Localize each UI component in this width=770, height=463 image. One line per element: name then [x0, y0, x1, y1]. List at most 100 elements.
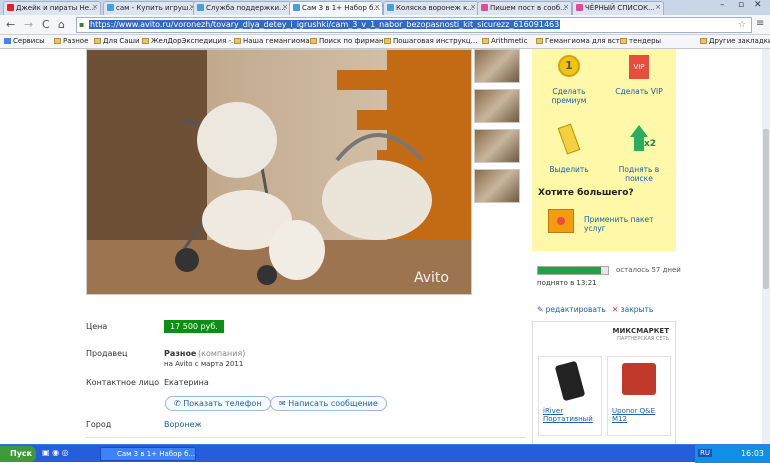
show-phone-button[interactable]: ✆ Показать телефон	[165, 396, 271, 411]
close-tab-icon[interactable]: ×	[655, 3, 661, 11]
tab-title: Джейк и пираты Не...	[16, 4, 96, 12]
contact-label: Контактное лицо	[86, 378, 160, 387]
photo-thumbnails	[474, 49, 524, 209]
folder-icon	[94, 38, 101, 44]
system-tray: RU 16:03	[695, 445, 770, 463]
mixmarket-widget: МИКСМАРКЕТ ПАРТНЕРСКАЯ СЕТЬ iRiver Порта…	[532, 321, 676, 444]
contact-name: Екатерина	[164, 378, 209, 387]
language-indicator[interactable]: RU	[698, 449, 712, 457]
mixmarket-title: МИКСМАРКЕТ	[612, 327, 669, 335]
thumbnail[interactable]	[474, 89, 520, 123]
close-window-icon[interactable]: ✕	[754, 0, 762, 10]
favicon-icon	[387, 4, 394, 11]
city-link[interactable]: Воронеж	[164, 420, 202, 429]
bookmark-item[interactable]: Гемангиома для вст...	[536, 37, 627, 45]
bookmark-label: Разное	[63, 37, 89, 45]
bookmark-label: Наша гемангиома	[243, 37, 310, 45]
maximize-icon[interactable]: ▫	[738, 0, 744, 10]
bookmark-item[interactable]: Разное	[54, 37, 88, 45]
promo-panel: 1 Сделать премиум VIP Сделать VIP Выдели…	[532, 49, 676, 251]
bookmark-item[interactable]: Другие закладки	[700, 37, 770, 45]
bookmark-item[interactable]: Сервисы	[4, 37, 45, 45]
mail-icon: ✉	[279, 399, 289, 408]
thumbnail[interactable]	[474, 169, 520, 203]
listing-photo[interactable]: Avito	[86, 49, 472, 295]
price-value: 17 500 руб.	[164, 320, 224, 333]
bookmark-item[interactable]: ЖелДорЭкспедиция -...	[142, 37, 238, 45]
gift-box-icon	[548, 209, 574, 233]
mixmarket-subtitle: ПАРТНЕРСКАЯ СЕТЬ	[617, 336, 669, 342]
product-card[interactable]: Uponor Q&E M12	[607, 356, 671, 436]
quicklaunch-icons[interactable]: ▣ ◉ ◎	[42, 448, 69, 457]
phone-icon: ✆	[174, 399, 184, 408]
favicon-icon	[293, 4, 300, 11]
raise-service[interactable]: x2 Поднять в поиске	[604, 125, 674, 183]
browser-tab[interactable]: Коляска воронеж к... ×	[383, 1, 479, 15]
browser-tab[interactable]: Служба поддержки... ×	[193, 1, 291, 15]
bookmark-item[interactable]: Для Саши	[94, 37, 140, 45]
page-scrollbar[interactable]	[762, 49, 770, 444]
close-icon: ✕	[612, 305, 621, 314]
address-bar[interactable]: ▪ https://www.avito.ru/voronezh/tovary_d…	[76, 17, 752, 33]
thumbnail[interactable]	[474, 129, 520, 163]
seller-name[interactable]: Разное	[164, 349, 196, 358]
browser-tab[interactable]: Джейк и пираты Не... ×	[3, 1, 101, 15]
product-card[interactable]: iRiver Портативный	[538, 356, 602, 436]
apply-package-link[interactable]: Применить пакет услуг	[584, 215, 654, 233]
bookmark-item[interactable]: Arithmetic	[482, 37, 527, 45]
bookmark-item[interactable]: Наша гемангиома	[234, 37, 310, 45]
divider	[86, 437, 526, 438]
menu-icon[interactable]: ≡	[756, 18, 764, 29]
home-icon[interactable]: ⌂	[58, 18, 65, 31]
highlight-service[interactable]: Выделить	[534, 123, 604, 174]
back-icon[interactable]: ←	[6, 18, 15, 31]
bookmark-label: Гемангиома для вст...	[545, 37, 627, 45]
product-image	[622, 363, 656, 395]
favicon-icon	[107, 4, 114, 11]
folder-icon	[310, 38, 317, 44]
browser-tab[interactable]: ЧЁРНЫЙ СПИСОК... ×	[572, 1, 664, 15]
premium-medal-icon: 1	[558, 55, 580, 77]
close-tab-icon[interactable]: ×	[470, 3, 476, 11]
taskbar-chrome-task[interactable]: Сам 3 в 1+ Набор б...	[100, 447, 196, 461]
close-link[interactable]: ✕ закрыть	[612, 305, 653, 314]
tab-title: Пишем пост в сооб...	[490, 4, 567, 12]
forward-icon[interactable]: →	[24, 18, 33, 31]
bookmark-label: Сервисы	[13, 37, 45, 45]
bookmark-item[interactable]: тендеры	[620, 37, 661, 45]
bookmark-label: Для Саши	[103, 37, 140, 45]
bookmark-item[interactable]: Пошаговая инструкц...	[384, 37, 477, 45]
avito-watermark: Avito	[414, 270, 449, 286]
apps-icon	[4, 38, 11, 44]
browser-tab[interactable]: Сам 3 в 1+ Набор б... ×	[289, 1, 383, 15]
start-button[interactable]: Пуск	[0, 446, 36, 462]
folder-icon	[620, 38, 627, 44]
bookmark-star-icon[interactable]: ☆	[738, 20, 746, 30]
folder-icon	[700, 38, 707, 44]
city-label: Город	[86, 420, 112, 429]
browser-tab[interactable]: Пишем пост в сооб... ×	[477, 1, 572, 15]
close-tab-icon[interactable]: ×	[563, 3, 569, 11]
url-text[interactable]: https://www.avito.ru/voronezh/tovary_dly…	[89, 20, 561, 29]
browser-tab[interactable]: сам - Купить игруш...×	[103, 1, 198, 15]
tab-title: Коляска воронеж к...	[396, 4, 474, 12]
close-tab-icon[interactable]: ×	[374, 3, 380, 11]
folder-icon	[482, 38, 489, 44]
pencil-icon: ✎	[537, 305, 546, 314]
favicon-icon	[481, 4, 488, 11]
bookmarks-bar: Сервисы Разное Для Саши ЖелДорЭкспедиция -.…	[0, 35, 770, 49]
vip-service[interactable]: VIP Сделать VIP	[604, 55, 674, 96]
close-tab-icon[interactable]: ×	[92, 3, 98, 11]
minimize-icon[interactable]: –	[720, 0, 725, 10]
thumbnail[interactable]	[474, 49, 520, 83]
premium-service[interactable]: 1 Сделать премиум	[534, 55, 604, 105]
close-tab-icon[interactable]: ×	[282, 3, 288, 11]
raise-arrow-icon: x2	[624, 125, 656, 153]
favicon-icon	[197, 4, 204, 11]
price-label: Цена	[86, 322, 108, 331]
write-message-button[interactable]: ✉ Написать сообщение	[270, 396, 387, 411]
bookmark-label: Другие закладки	[709, 37, 770, 45]
edit-link[interactable]: ✎ редактировать	[537, 305, 606, 314]
reload-icon[interactable]: C	[42, 18, 50, 31]
bookmark-item[interactable]: Поиск по фирман	[310, 37, 384, 45]
